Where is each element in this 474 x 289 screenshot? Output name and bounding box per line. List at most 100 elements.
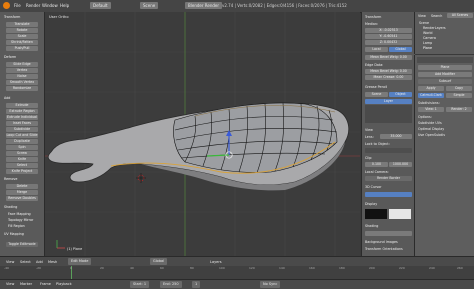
shrink-fatten-button[interactable]: Shrink/Fatten [6, 40, 38, 45]
delete-button[interactable]: Delete [6, 184, 38, 189]
outliner-view-menu[interactable]: View [418, 14, 426, 18]
header-mesh-menu[interactable]: Mesh [48, 260, 57, 264]
clip-end-field[interactable]: 1000.000 [389, 162, 412, 167]
randomize-button[interactable]: Randomize [6, 86, 38, 91]
space-local-toggle[interactable]: Local [365, 47, 388, 52]
render-border-toggle[interactable]: Render Border [365, 176, 412, 181]
mean-bevel-weight-field[interactable]: Mean Bevel Weig: 0.00 [365, 55, 412, 60]
history-item-fill-region[interactable]: Fill Region [8, 224, 25, 228]
add-modifier-button[interactable]: Add Modifier [418, 72, 472, 77]
merge-button[interactable]: Merge [6, 190, 38, 195]
layout-selector[interactable]: Default [90, 2, 111, 9]
toggle-editmode-button[interactable]: Toggle Editmode [6, 242, 38, 247]
outliner-item-renderlayers[interactable]: RenderLayers [423, 26, 446, 30]
modifier-name-field[interactable]: Subsurf [418, 79, 472, 84]
copy-modifier-button[interactable]: Copy [446, 86, 472, 91]
scene-selector[interactable]: Scene [140, 2, 159, 9]
menu-help[interactable]: Help [60, 3, 69, 8]
smooth-vertex-button[interactable]: Smooth Vertex [6, 80, 38, 85]
sync-selector[interactable]: No Sync [260, 281, 281, 288]
lens-field[interactable]: 35.000 [380, 134, 412, 139]
inset-faces-button[interactable]: Inset Faces [6, 121, 38, 126]
median-z-field[interactable]: Z: 0.00432 [365, 40, 412, 45]
screw-button[interactable]: Screw [6, 151, 38, 156]
blender-logo-icon[interactable] [3, 2, 10, 9]
header-add-menu[interactable]: Add [36, 260, 43, 264]
edit-mode-selector[interactable]: Edit Mode [68, 258, 92, 265]
outliner-display-selector[interactable]: All Scenes [447, 13, 473, 18]
deform-header[interactable]: Deform [4, 55, 16, 59]
header-select-menu[interactable]: Select [20, 260, 31, 264]
shading-field[interactable] [365, 231, 412, 236]
extrude-region-button[interactable]: Extrude Region [6, 109, 38, 114]
subdiv-render-field[interactable]: Render: 2 [446, 107, 472, 112]
remove-doubles-button[interactable]: Remove Doubles [6, 196, 38, 201]
simple-toggle[interactable]: Simple [446, 93, 472, 98]
scale-button[interactable]: Scale [6, 34, 38, 39]
knife-button[interactable]: Knife [6, 157, 38, 162]
apply-modifier-button[interactable]: Apply [418, 86, 444, 91]
render-engine-selector[interactable]: Blender Render [185, 2, 223, 9]
outliner-item-plane[interactable]: Plane [423, 46, 432, 50]
push-pull-button[interactable]: Push/Pull [6, 46, 38, 51]
layers-widget[interactable]: Layers [210, 260, 222, 264]
gp-scene-toggle[interactable]: Scene [365, 92, 388, 97]
duplicate-button[interactable]: Duplicate [6, 139, 38, 144]
display-header[interactable]: Display [365, 202, 377, 206]
noise-button[interactable]: Noise [6, 74, 38, 79]
gp-object-toggle[interactable]: Object [389, 92, 412, 97]
transform-orientation-selector[interactable]: Global [150, 258, 168, 265]
space-global-toggle[interactable]: Global [389, 47, 412, 52]
outliner-item-world[interactable]: World [423, 31, 432, 35]
3d-cursor-icon[interactable] [136, 173, 146, 183]
spin-button[interactable]: Spin [6, 145, 38, 150]
start-frame-field[interactable]: Start: 1 [130, 281, 150, 288]
catmull-clark-toggle[interactable]: Catmull-Clark [418, 93, 444, 98]
timeline-frame-menu[interactable]: Frame [40, 282, 51, 286]
header-view-menu[interactable]: View [6, 260, 14, 264]
median-x-field[interactable]: X: -0.02513 [365, 28, 412, 33]
clip-start-field[interactable]: 0.100 [365, 162, 388, 167]
timeline-playback-menu[interactable]: Playback [56, 282, 72, 286]
end-frame-field[interactable]: End: 250 [160, 281, 182, 288]
transform-orientations-header[interactable]: Transform Orientations [365, 247, 403, 251]
use-opensubdiv-checkbox[interactable]: Use OpenSubdiv [418, 133, 445, 137]
loop-cut-button[interactable]: Loop Cut and Slide [6, 133, 38, 138]
shading-header[interactable]: Shading [4, 205, 17, 209]
display-swatch-white[interactable] [389, 209, 411, 219]
extrude-individual-button[interactable]: Extrude Individual [6, 115, 38, 120]
3d-viewport[interactable]: User Ortho (1) Plane [45, 12, 360, 256]
timeline-marker-menu[interactable]: Marker [20, 282, 32, 286]
display-swatch-black[interactable] [365, 209, 387, 219]
remove-header[interactable]: Remove [4, 177, 17, 181]
subdivide-button[interactable]: Subdivide [6, 127, 38, 132]
outliner-item-lamp[interactable]: Lamp [423, 41, 432, 45]
select-button[interactable]: Select [6, 163, 38, 168]
slide-edge-button[interactable]: Slide Edge [6, 62, 38, 67]
knife-project-button[interactable]: Knife Project [6, 169, 38, 174]
mean-crease-field[interactable]: Mean Crease: 0.00 [365, 75, 412, 80]
lock-object-field[interactable] [365, 148, 412, 153]
shading-panel-header[interactable]: Shading [365, 224, 378, 228]
properties-tabs[interactable] [417, 57, 473, 63]
translate-button[interactable]: Translate [6, 22, 38, 27]
outliner-search-menu[interactable]: Search [431, 14, 442, 18]
add-header[interactable]: Add [4, 96, 10, 100]
subdiv-view-field[interactable]: View: 1 [418, 107, 444, 112]
outliner-item-camera[interactable]: Camera [423, 36, 436, 40]
history-item-face-mapping[interactable]: Face Mapping [8, 212, 31, 216]
optimal-display-checkbox[interactable]: Optimal Display [418, 127, 444, 131]
cursor-location-field[interactable] [365, 192, 412, 197]
extrude-button[interactable]: Extrude [6, 103, 38, 108]
vertex-button[interactable]: Vertex [6, 68, 38, 73]
outliner-item-scene[interactable]: Scene [419, 21, 429, 25]
transform-header[interactable]: Transform [4, 15, 20, 19]
rotate-button[interactable]: Rotate [6, 28, 38, 33]
history-item-topology-mirror[interactable]: Topology Mirror [8, 218, 33, 222]
median-y-field[interactable]: Y: -0.60541 [365, 34, 412, 39]
menu-file[interactable]: File [14, 3, 21, 8]
timeline-view-menu[interactable]: View [6, 282, 14, 286]
transform-panel-header[interactable]: Transform [365, 15, 381, 19]
object-name-field[interactable]: Plane [418, 65, 472, 70]
mean-bevel-edge-field[interactable]: Mean Bevel Weig: 0.00 [365, 69, 412, 74]
